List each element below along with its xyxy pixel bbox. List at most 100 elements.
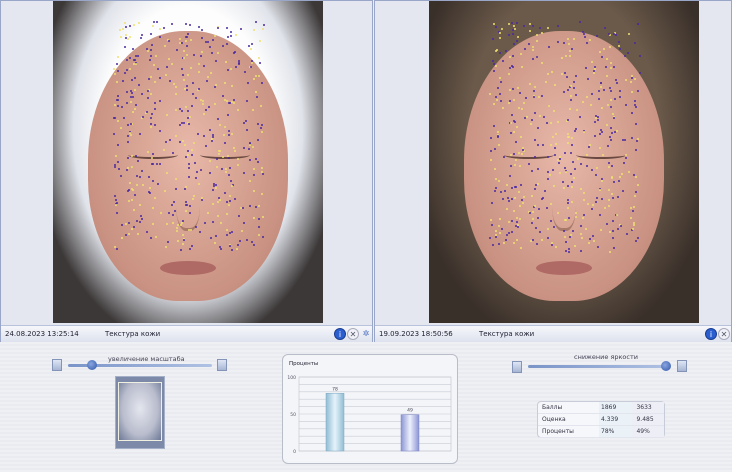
texture-dot — [579, 187, 582, 190]
texture-dot — [133, 58, 136, 61]
left-image-pane: 24.08.2023 13:25:14 Текстура кожи i ✕ ✲ — [0, 0, 373, 342]
texture-dot — [116, 212, 119, 215]
texture-dot — [141, 170, 144, 173]
texture-dot — [259, 61, 262, 64]
texture-dot — [541, 94, 544, 97]
texture-dot — [217, 118, 220, 121]
texture-dot — [180, 122, 183, 125]
mode-label[interactable]: Текстура кожи — [479, 330, 534, 338]
texture-dot — [132, 95, 135, 98]
texture-dot — [570, 95, 573, 98]
texture-dot — [231, 133, 234, 136]
left-face-photo[interactable] — [53, 1, 323, 323]
texture-dot — [192, 198, 195, 201]
texture-dot — [512, 87, 515, 90]
texture-dot — [122, 27, 125, 30]
info-button[interactable]: i — [705, 328, 717, 340]
texture-dot — [195, 96, 198, 99]
stats-cell: Баллы — [542, 404, 563, 411]
right-face-photo[interactable] — [429, 1, 699, 323]
texture-dot — [185, 203, 187, 206]
texture-dot — [550, 121, 553, 124]
texture-dot — [215, 157, 218, 160]
texture-dot — [115, 63, 118, 66]
brightness-slider[interactable] — [528, 361, 671, 371]
texture-dot — [165, 245, 168, 248]
texture-dot — [499, 76, 502, 79]
texture-dot — [258, 234, 261, 237]
texture-dot — [582, 213, 585, 216]
texture-dot — [530, 239, 533, 242]
texture-dot — [502, 155, 505, 158]
zoom-slider[interactable] — [68, 360, 212, 370]
texture-dot — [186, 73, 189, 76]
texture-dot — [602, 48, 605, 51]
navigator-thumbnail[interactable] — [115, 376, 165, 449]
texture-dot — [210, 52, 213, 55]
texture-dot — [513, 210, 516, 213]
texture-dot — [187, 32, 190, 35]
texture-dot — [497, 242, 500, 245]
texture-dot — [626, 52, 629, 55]
texture-dot — [214, 187, 217, 190]
zoom-out-icon[interactable] — [52, 359, 62, 371]
close-button[interactable]: ✕ — [718, 328, 730, 340]
slider-knob[interactable] — [660, 361, 671, 371]
texture-dot — [613, 98, 616, 101]
texture-dot — [499, 37, 502, 40]
texture-dot — [607, 161, 610, 164]
texture-dot — [547, 155, 550, 158]
texture-dot — [495, 95, 498, 98]
mode-label[interactable]: Текстура кожи — [105, 330, 160, 338]
texture-dot — [511, 33, 514, 36]
texture-dot — [566, 141, 569, 144]
brightness-low-icon[interactable] — [512, 361, 522, 373]
texture-dot — [548, 104, 551, 107]
texture-dot — [515, 21, 518, 24]
texture-dot — [494, 148, 497, 151]
texture-dot — [186, 54, 189, 57]
texture-dot — [615, 129, 618, 132]
texture-dot — [231, 231, 234, 234]
texture-dot — [234, 34, 237, 37]
zoom-in-icon[interactable] — [217, 359, 227, 371]
texture-dot — [261, 192, 264, 195]
texture-dot — [569, 84, 572, 87]
texture-dot — [255, 157, 258, 160]
texture-dot — [589, 237, 592, 240]
texture-dot — [575, 216, 578, 219]
y-tick-label: 100 — [287, 375, 296, 381]
stats-cell: Проценты — [542, 428, 574, 435]
texture-dot — [583, 198, 586, 201]
texture-dot — [126, 38, 129, 41]
texture-dot — [228, 173, 231, 176]
texture-dot — [634, 106, 637, 109]
texture-dot — [614, 130, 617, 133]
texture-dot — [634, 99, 637, 102]
info-button[interactable]: i — [334, 328, 346, 340]
texture-dot — [500, 227, 503, 230]
texture-dot — [123, 72, 126, 74]
texture-dot — [535, 40, 538, 43]
texture-dot — [491, 224, 494, 227]
texture-dot — [207, 106, 210, 109]
texture-dot — [165, 223, 168, 226]
texture-dot — [633, 103, 636, 106]
texture-dot — [563, 230, 566, 232]
texture-dot — [552, 168, 555, 171]
texture-dot — [508, 67, 511, 70]
texture-dot — [251, 146, 254, 149]
settings-icon[interactable]: ✲ — [360, 328, 372, 340]
texture-dot — [618, 41, 621, 44]
bar-24.08.2023 — [325, 393, 345, 452]
texture-dot — [146, 110, 149, 113]
texture-dot — [537, 127, 540, 130]
brightness-high-icon[interactable] — [677, 360, 687, 372]
texture-dot — [149, 49, 152, 52]
texture-dot — [216, 165, 219, 168]
close-button[interactable]: ✕ — [347, 328, 359, 340]
texture-dot — [199, 168, 202, 171]
texture-dot — [258, 217, 261, 220]
texture-dot — [146, 97, 149, 100]
texture-dot — [185, 23, 188, 26]
